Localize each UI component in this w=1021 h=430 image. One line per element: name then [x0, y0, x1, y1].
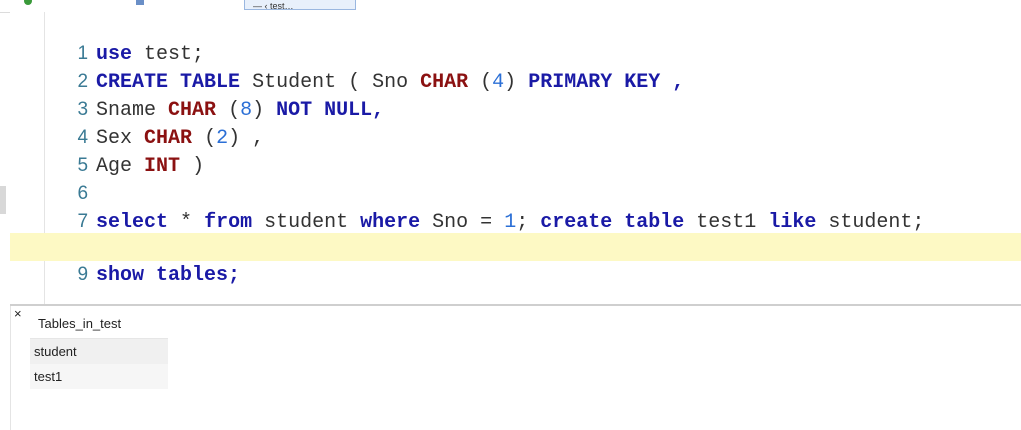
- code-line-8[interactable]: 8: [10, 208, 1021, 260]
- query-tab[interactable]: — ‹ test…: [244, 0, 356, 10]
- code-line-3[interactable]: 3 Sname CHAR (8) NOT NULL,: [10, 68, 1021, 122]
- line-number: 9: [77, 264, 89, 285]
- results-pane: × Tables_in_test student test1: [10, 306, 1021, 430]
- results-border: [10, 306, 11, 430]
- code-line-5[interactable]: 5 Age INT ): [10, 124, 1021, 178]
- table-row[interactable]: student: [30, 339, 168, 364]
- close-icon[interactable]: ×: [14, 306, 22, 321]
- table-row[interactable]: test1: [30, 364, 168, 389]
- sql-editor[interactable]: 1 use test; 2 CREATE TABLE Student ( Sno C…: [10, 12, 1021, 304]
- column-header[interactable]: Tables_in_test: [30, 310, 168, 339]
- code-line-1[interactable]: 1 use test;: [10, 12, 1021, 66]
- run-icon[interactable]: [22, 0, 34, 6]
- gutter-marker: [0, 186, 6, 214]
- results-grid[interactable]: Tables_in_test student test1: [30, 310, 168, 389]
- save-icon[interactable]: [134, 0, 146, 6]
- semicolon: ;: [228, 264, 241, 287]
- code-line-4[interactable]: 4 Sex CHAR (2) ,: [10, 96, 1021, 150]
- code-line-6[interactable]: 6: [10, 152, 1021, 204]
- keyword: show tables: [96, 264, 229, 287]
- code-line-9[interactable]: 9 show tables;: [10, 233, 1021, 287]
- code-line-2[interactable]: 2 CREATE TABLE Student ( Sno CHAR (4) PRI…: [10, 40, 1021, 94]
- code-line-7[interactable]: 7 select * from student where Sno = 1; cr…: [10, 180, 1021, 234]
